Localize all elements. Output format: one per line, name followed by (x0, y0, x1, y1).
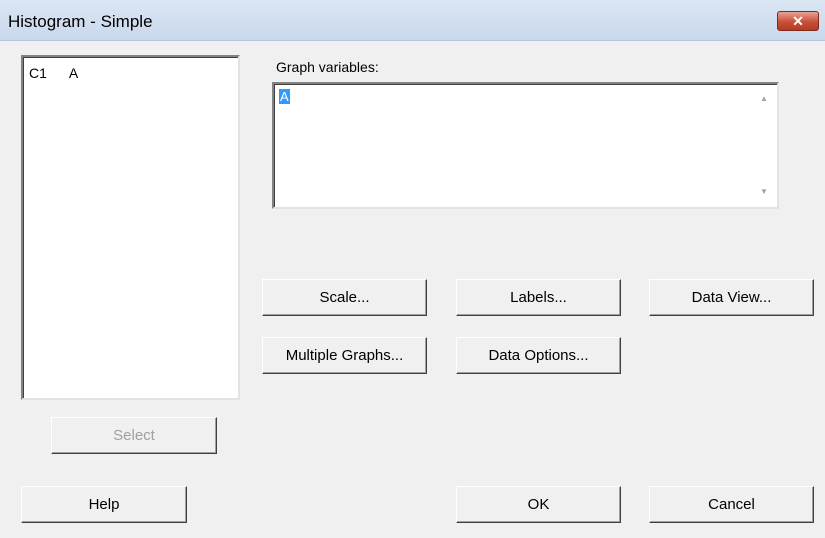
multiple-graphs-button[interactable]: Multiple Graphs... (262, 337, 427, 374)
select-button[interactable]: Select (51, 417, 217, 454)
scale-button[interactable]: Scale... (262, 279, 427, 316)
close-button[interactable]: ✕ (777, 11, 819, 31)
list-item[interactable]: C1 A (29, 65, 78, 81)
data-options-button[interactable]: Data Options... (456, 337, 621, 374)
ok-button[interactable]: OK (456, 486, 621, 523)
window-title: Histogram - Simple (8, 12, 153, 31)
list-item-column: C1 (29, 65, 47, 81)
graph-variables-value: A (279, 89, 290, 104)
help-button[interactable]: Help (21, 486, 187, 523)
scroll-up-icon[interactable]: ▲ (759, 94, 769, 104)
data-view-button[interactable]: Data View... (649, 279, 814, 316)
close-icon: ✕ (792, 12, 804, 29)
cancel-button[interactable]: Cancel (649, 486, 814, 523)
title-bar: Histogram - Simple ✕ (0, 0, 825, 41)
graph-variables-field[interactable]: A ▲ ▼ (272, 82, 779, 209)
graph-variables-label: Graph variables: (276, 59, 379, 75)
variables-listbox[interactable]: C1 A (21, 55, 240, 400)
labels-button[interactable]: Labels... (456, 279, 621, 316)
list-item-name: A (68, 65, 79, 81)
scroll-down-icon[interactable]: ▼ (759, 187, 769, 197)
